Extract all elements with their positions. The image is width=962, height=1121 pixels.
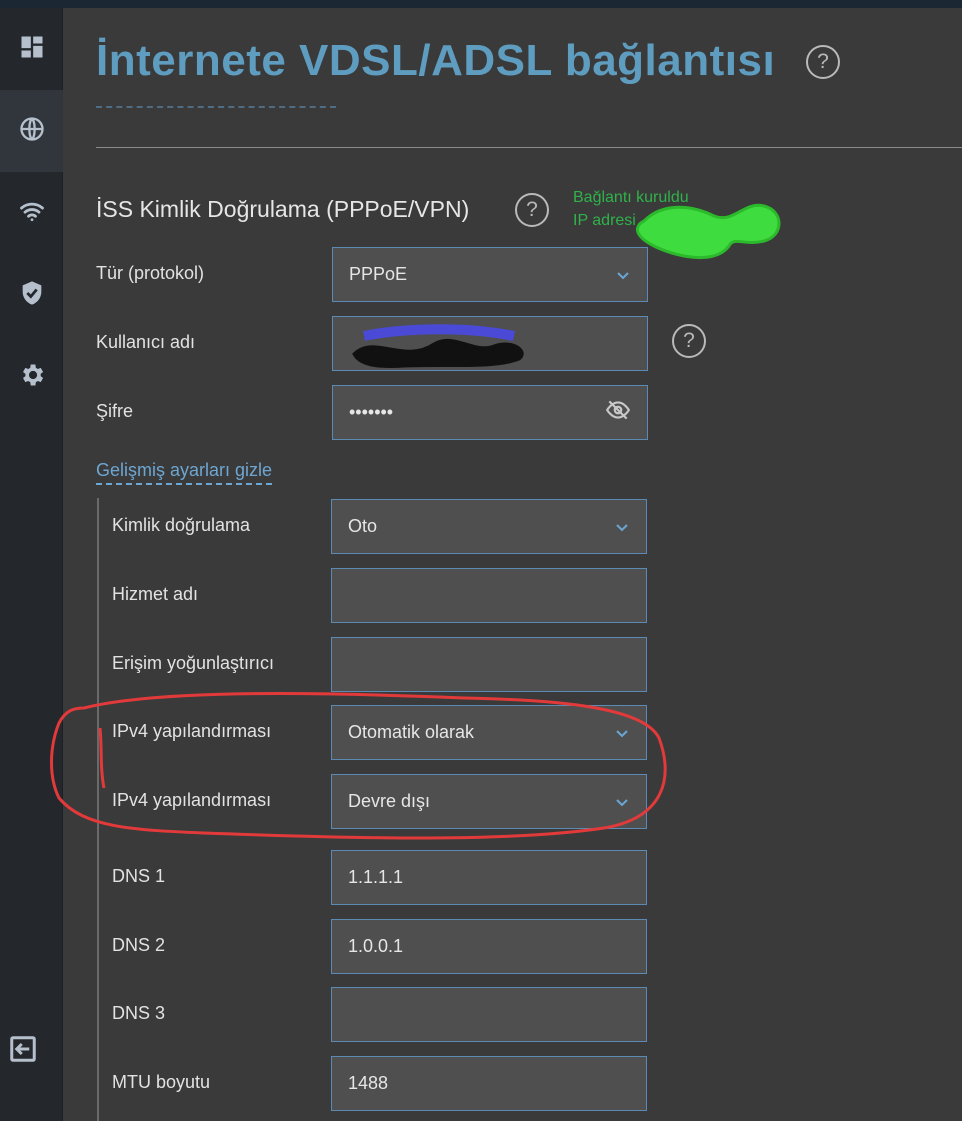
protocol-select[interactable]: PPPoE — [332, 247, 648, 302]
password-label: Şifre — [96, 401, 134, 421]
top-bar — [0, 0, 962, 8]
help-glyph: ? — [683, 329, 695, 352]
dns1-label: DNS 1 — [112, 866, 166, 886]
hide-advanced-link[interactable]: Gelişmiş ayarları gizle — [96, 460, 273, 485]
title-underline — [96, 106, 336, 108]
sidebar-item-security[interactable] — [0, 254, 63, 336]
logout-button[interactable] — [8, 1034, 38, 1064]
protocol-value: PPPoE — [349, 264, 408, 284]
mtu-value: 1488 — [348, 1073, 389, 1093]
dashboard-icon — [18, 33, 46, 66]
mtu-input[interactable]: 1488 — [331, 1056, 647, 1111]
section-divider — [96, 147, 962, 148]
page-title: İnternete VDSL/ADSL bağlantısı — [96, 36, 776, 85]
help-glyph: ? — [526, 198, 538, 221]
logout-icon — [8, 1036, 38, 1068]
isp-section-title: İSS Kimlik Doğrulama (PPPoE/VPN) — [96, 196, 470, 222]
dns2-input[interactable]: 1.0.0.1 — [331, 919, 647, 974]
shield-icon — [18, 279, 46, 312]
sidebar-item-dashboard[interactable] — [0, 8, 63, 90]
dns2-label: DNS 2 — [112, 935, 166, 955]
username-label: Kullanıcı adı — [96, 332, 196, 352]
main-content: İnternete VDSL/ADSL bağlantısı ? İSS Kim… — [50, 8, 962, 1121]
eye-off-icon[interactable] — [605, 397, 631, 428]
service-name-label: Hizmet adı — [112, 584, 199, 604]
dns1-input[interactable]: 1.1.1.1 — [331, 850, 647, 905]
access-concentrator-input[interactable] — [331, 637, 647, 692]
sidebar-item-internet[interactable] — [0, 90, 63, 172]
wifi-icon — [18, 197, 46, 230]
green-redaction-scribble — [636, 203, 781, 260]
sidebar — [0, 8, 63, 1121]
sidebar-item-settings[interactable] — [0, 336, 63, 418]
gear-icon — [18, 361, 46, 394]
auth-value: Oto — [348, 516, 378, 536]
help-glyph: ? — [817, 50, 829, 73]
auth-label: Kimlik doğrulama — [112, 515, 251, 535]
dns1-value: 1.1.1.1 — [348, 867, 404, 887]
black-redaction-scribble — [352, 324, 524, 368]
service-name-input[interactable] — [331, 568, 647, 623]
dns2-value: 1.0.0.1 — [348, 936, 404, 956]
mtu-label: MTU boyutu — [112, 1072, 211, 1092]
protocol-label: Tür (protokol) — [96, 263, 205, 283]
dns3-label: DNS 3 — [112, 1003, 166, 1023]
chevron-down-icon — [614, 519, 630, 535]
username-help-icon[interactable]: ? — [672, 324, 706, 358]
globe-icon — [18, 115, 46, 148]
dns3-input[interactable] — [331, 987, 647, 1042]
password-value: ••••••• — [349, 402, 394, 422]
sidebar-item-wifi[interactable] — [0, 172, 63, 254]
isp-help-icon[interactable]: ? — [515, 193, 549, 227]
password-input[interactable]: ••••••• — [332, 385, 648, 440]
chevron-down-icon — [615, 267, 631, 283]
page-help-icon[interactable]: ? — [806, 45, 840, 79]
red-annotation-circle — [50, 692, 667, 840]
auth-select[interactable]: Oto — [331, 499, 647, 554]
access-concentrator-label: Erişim yoğunlaştırıcı — [112, 653, 275, 673]
